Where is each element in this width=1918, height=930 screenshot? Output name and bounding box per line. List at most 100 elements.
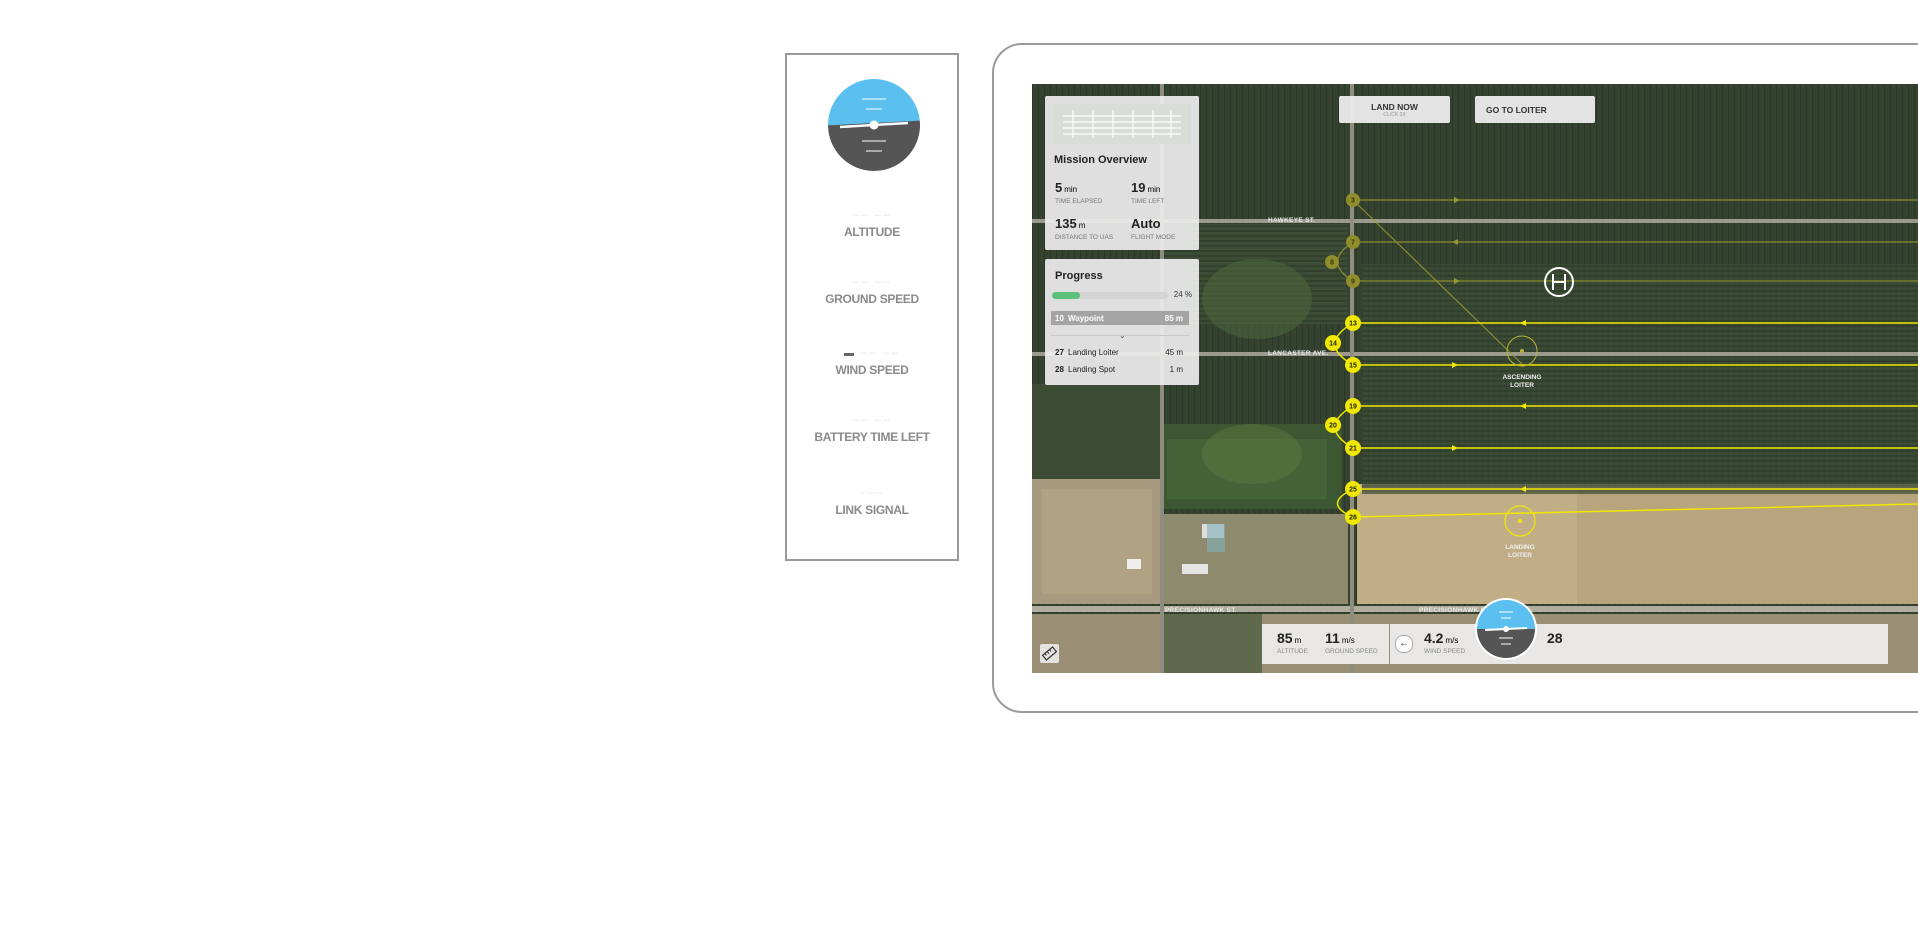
bottom-wind-speed-label: WIND SPEED	[1424, 648, 1466, 655]
altitude-label: ALTITUDE	[843, 225, 901, 239]
time-left-unit: min	[1147, 185, 1161, 194]
time-elapsed-value: 5	[1055, 180, 1063, 195]
bottom-wind-speed: 4.2 m/s WIND SPEED	[1424, 630, 1465, 655]
mission-overview-panel: Mission Overview 5 min TIME ELAPSED 19 min…	[1045, 96, 1199, 250]
battery-time-left-label: BATTERY TIME LEFT	[814, 430, 930, 444]
bottom-altitude-label: ALTITUDE	[1277, 648, 1308, 655]
bottom-ground-speed-unit: m/s	[1341, 636, 1355, 645]
progress-percent: 24 %	[1173, 290, 1192, 299]
bottom-wind-speed-value: 4.2	[1424, 630, 1444, 646]
svg-text:19: 19	[1349, 404, 1357, 411]
bottom-wind-speed-unit: m/s	[1445, 636, 1459, 645]
ground-speed-value-placeholder: ┈┈ ┈┈	[852, 277, 892, 289]
upcoming-waypoint-distance: 45 m	[1165, 348, 1183, 357]
svg-text:26: 26	[1349, 515, 1357, 522]
ground-speed-label: GROUND SPEED	[825, 292, 919, 306]
strip-ground-speed: ┈┈ ┈┈ GROUND SPEED	[787, 276, 957, 306]
svg-text:13: 13	[1349, 321, 1357, 328]
current-waypoint-distance: 85 m	[1164, 314, 1183, 323]
altitude-value-placeholder: ┈┈ ┈┈	[852, 210, 892, 222]
arrow-left-icon[interactable]: ←	[1395, 635, 1413, 653]
svg-text:25: 25	[1349, 487, 1357, 494]
flight-mode-label: FLIGHT MODE	[1131, 234, 1176, 241]
distance-stat: 135 m DISTANCE TO UAS	[1055, 215, 1113, 241]
upcoming-waypoint-number: 27	[1055, 348, 1064, 357]
waypoint-3[interactable]: 3	[1346, 193, 1360, 207]
time-elapsed-label: TIME ELAPSED	[1055, 198, 1103, 205]
bottom-ground-speed-value: 11	[1325, 630, 1340, 646]
waypoint-15[interactable]: 15	[1345, 357, 1361, 373]
street-label: PRECISIONHAWK ST.	[1165, 607, 1237, 614]
time-left-stat: 19 min TIME LEFT	[1131, 179, 1164, 205]
strip-link-signal: ┈┈┈ LINK SIGNAL	[787, 487, 957, 517]
waypoint-20[interactable]: 20	[1325, 417, 1341, 433]
waypoint-13[interactable]: 13	[1345, 315, 1361, 331]
upcoming-waypoint-distance: 1 m	[1169, 365, 1183, 374]
map-screen[interactable]: 3 7 8 9 13 14 15 19 20 21 25 26 HAWKEYE …	[1032, 84, 1918, 673]
strip-wind-speed: ┈┈ ┈┈ WIND SPEED	[787, 347, 957, 377]
landing-loiter-label: LANDING LOITER	[1505, 544, 1535, 559]
bottom-battery: 28	[1547, 630, 1563, 648]
mission-thumbnail[interactable]	[1053, 104, 1191, 144]
upcoming-waypoint-row[interactable]: 28 Landing Spot 1 m	[1051, 362, 1189, 376]
current-waypoint-name: Waypoint	[1068, 314, 1104, 323]
svg-text:8: 8	[1330, 260, 1334, 267]
ruler-button[interactable]	[1040, 644, 1059, 663]
link-signal-value-placeholder: ┈┈┈	[859, 488, 885, 500]
bottom-ground-speed-label: GROUND SPEED	[1325, 648, 1378, 655]
upcoming-waypoint-row[interactable]: 27 Landing Loiter 45 m	[1051, 345, 1189, 359]
svg-text:15: 15	[1349, 363, 1357, 370]
artificial-horizon-icon[interactable]	[1475, 598, 1537, 660]
battery-value-placeholder: ┈┈ ┈┈	[852, 415, 892, 427]
distance-unit: m	[1078, 221, 1086, 230]
svg-text:3: 3	[1351, 198, 1355, 205]
strip-battery: ┈┈ ┈┈ BATTERY TIME LEFT	[787, 414, 957, 444]
land-now-button[interactable]: LAND NOW CLICK 3X	[1339, 96, 1450, 123]
wind-direction-icon	[844, 352, 855, 356]
helipad-icon[interactable]	[1544, 267, 1574, 297]
upcoming-waypoint-number: 28	[1055, 365, 1064, 374]
svg-text:14: 14	[1329, 341, 1337, 348]
waypoint-25[interactable]: 25	[1345, 481, 1361, 497]
waypoint-7[interactable]: 7	[1346, 235, 1360, 249]
land-now-sublabel: CLICK 3X	[1383, 112, 1406, 118]
svg-text:7: 7	[1351, 240, 1355, 247]
strip-altitude: ┈┈ ┈┈ ALTITUDE	[787, 209, 957, 239]
bottom-ground-speed: 11 m/s GROUND SPEED	[1325, 630, 1378, 655]
wind-speed-value-placeholder: ┈┈ ┈┈	[787, 347, 957, 363]
progress-title: Progress	[1055, 270, 1103, 282]
waypoint-14[interactable]: 14	[1325, 335, 1341, 351]
street-label: HAWKEYE ST.	[1268, 217, 1316, 224]
waypoint-8[interactable]: 8	[1325, 255, 1339, 269]
bottom-battery-value: 28	[1547, 630, 1563, 646]
progress-panel: Progress 24 % 10 Waypoint 85 m ⌄ 27 Land…	[1045, 259, 1199, 385]
waypoint-19[interactable]: 19	[1345, 398, 1361, 414]
svg-text:9: 9	[1351, 279, 1355, 286]
distance-value: 135	[1055, 216, 1077, 231]
ascending-loiter-label: ASCENDING LOITER	[1502, 374, 1542, 389]
telemetry-strip: ┈┈ ┈┈ ALTITUDE ┈┈ ┈┈ GROUND SPEED ┈┈ ┈┈ …	[785, 53, 959, 561]
upcoming-waypoint-name: Landing Loiter	[1068, 348, 1119, 357]
artificial-horizon-icon	[828, 79, 920, 171]
bottom-altitude-value: 85	[1277, 630, 1293, 646]
ruler-icon	[1041, 646, 1058, 661]
time-elapsed-stat: 5 min TIME ELAPSED	[1055, 179, 1102, 205]
svg-text:20: 20	[1329, 423, 1337, 430]
chevron-down-icon[interactable]: ⌄	[1119, 331, 1126, 340]
bottom-telemetry-bar: 85 m ALTITUDE 11 m/s GROUND SPEED ← 4.2 m/s…	[1262, 624, 1918, 664]
upcoming-waypoint-name: Landing Spot	[1068, 365, 1116, 374]
svg-text:21: 21	[1349, 446, 1357, 453]
time-elapsed-unit: min	[1064, 185, 1078, 194]
waypoint-21[interactable]: 21	[1345, 440, 1361, 456]
time-left-value: 19	[1131, 180, 1146, 195]
current-waypoint-number: 10	[1055, 314, 1064, 323]
go-to-loiter-button[interactable]: GO TO LOITER	[1475, 96, 1595, 123]
waypoint-26[interactable]: 26	[1345, 509, 1361, 525]
distance-label: DISTANCE TO UAS	[1055, 234, 1114, 241]
current-waypoint-row[interactable]: 10 Waypoint 85 m	[1051, 311, 1189, 325]
flight-mode-stat: Auto FLIGHT MODE	[1131, 215, 1175, 241]
waypoint-9[interactable]: 9	[1346, 274, 1360, 288]
mission-overview-title: Mission Overview	[1054, 154, 1147, 166]
mission-route-thumbnail-icon	[1063, 110, 1181, 138]
bottom-altitude: 85 m ALTITUDE	[1277, 630, 1308, 655]
